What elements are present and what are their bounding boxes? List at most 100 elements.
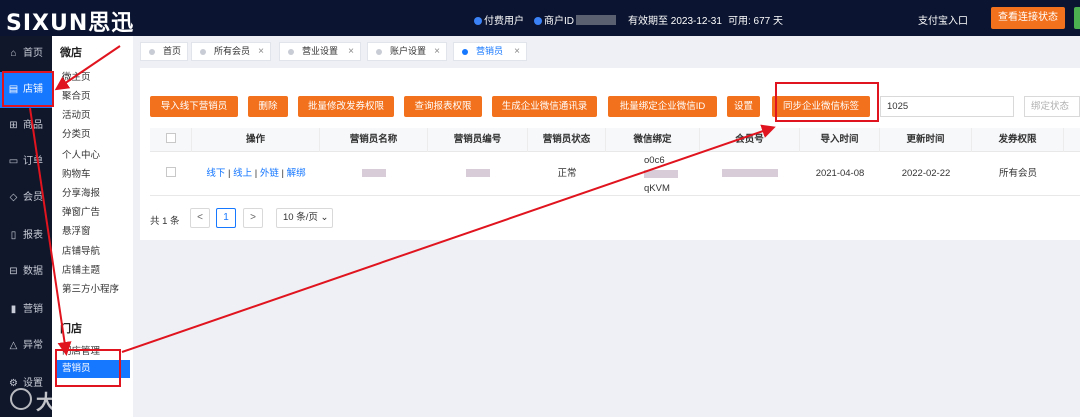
row-actions: 线下 | 线上 | 外链 | 解绑 bbox=[192, 152, 320, 196]
submenu-item[interactable]: 店铺主题 bbox=[62, 262, 100, 276]
sidebar-item-warnings[interactable]: △ 异常 bbox=[0, 328, 52, 364]
generate-wecom-contacts-button[interactable]: 生成企业微信通讯录 bbox=[492, 96, 597, 117]
wechat-id-line: qKVM bbox=[644, 183, 670, 194]
batch-modify-coupon-permission-button[interactable]: 批量修改发券权限 bbox=[298, 96, 394, 117]
submenu-item-marketer[interactable]: 营销员 bbox=[56, 360, 130, 378]
marketer-panel: 导入线下营销员 删除 批量修改发券权限 查询报表权限 生成企业微信通讯录 批量绑… bbox=[140, 68, 1080, 240]
import-time-cell: 2021-04-08 bbox=[815, 168, 865, 179]
submenu-item[interactable]: 分享海报 bbox=[62, 185, 100, 199]
member-no-cell bbox=[700, 152, 800, 196]
unbind-link[interactable]: 解绑 bbox=[287, 168, 306, 179]
offline-link[interactable]: 线下 bbox=[206, 168, 225, 179]
merchant-icon bbox=[534, 17, 542, 25]
query-report-permission-button[interactable]: 查询报表权限 bbox=[404, 96, 482, 117]
settings-button[interactable]: 设置 bbox=[727, 96, 760, 117]
action-separator: | bbox=[252, 168, 260, 179]
table-row: 线下 | 线上 | 外链 | 解绑 正常 o0c6 qKVM 2021-04-0… bbox=[150, 152, 1080, 196]
green-action-button[interactable] bbox=[1074, 7, 1080, 29]
submenu-item[interactable]: 分类页 bbox=[62, 126, 91, 140]
tab-marketer[interactable]: 营销员 × bbox=[453, 42, 527, 61]
online-link[interactable]: 线上 bbox=[233, 168, 252, 179]
paid-user-badge: 付费用户 bbox=[474, 12, 524, 27]
marketing-icon: ▮ bbox=[10, 304, 17, 315]
member-icon: ◇ bbox=[9, 192, 18, 203]
coupon-permission-cell: 所有会员 bbox=[998, 168, 1037, 179]
sidebar-item-reports[interactable]: ▯ 报表 bbox=[0, 218, 52, 254]
redacted-member-no bbox=[722, 169, 778, 177]
tab-account-settings[interactable]: 账户设置 × bbox=[367, 42, 447, 61]
tab-all-members[interactable]: 所有会员 × bbox=[191, 42, 271, 61]
next-page-button[interactable]: > bbox=[243, 208, 263, 228]
column-header: 更新时间 bbox=[880, 128, 972, 152]
submenu-item[interactable]: 活动页 bbox=[62, 107, 91, 121]
marketer-status-cell: 正常 bbox=[557, 168, 577, 179]
tab-business-settings[interactable]: 营业设置 × bbox=[279, 42, 361, 61]
submenu-item[interactable]: 悬浮窗 bbox=[62, 223, 91, 237]
view-connection-button[interactable]: 查看连接状态 bbox=[991, 7, 1065, 29]
warning-icon: △ bbox=[9, 340, 18, 351]
home-icon: ⌂ bbox=[10, 48, 17, 59]
delete-button[interactable]: 删除 bbox=[248, 96, 288, 117]
sidebar-item-data[interactable]: ⊟ 数据 bbox=[0, 254, 52, 290]
submenu-heading-microstore: 微店 bbox=[60, 47, 82, 59]
marketer-id-cell bbox=[428, 152, 528, 196]
submenu-item[interactable]: 聚合页 bbox=[62, 88, 91, 102]
action-separator: | bbox=[278, 168, 287, 179]
tag-input[interactable]: 1025 bbox=[880, 96, 1014, 117]
update-time-cell: 2022-02-22 bbox=[901, 168, 951, 179]
pagination-total: 共 1 条 bbox=[150, 216, 180, 227]
submenu-item[interactable]: 弹窗广告 bbox=[62, 204, 100, 218]
column-header: 营销员状态 bbox=[528, 128, 606, 152]
data-icon: ⊟ bbox=[9, 266, 18, 277]
column-header: 导入时间 bbox=[800, 128, 880, 152]
watermark-text: 大数跨境 bbox=[36, 392, 120, 414]
submenu-item[interactable]: 微主页 bbox=[62, 69, 91, 83]
column-header: 微信绑定 bbox=[606, 128, 700, 152]
action-separator: | bbox=[225, 168, 234, 179]
sidebar-item-store[interactable]: ▤ 店铺 bbox=[0, 72, 52, 108]
row-checkbox[interactable] bbox=[166, 167, 176, 177]
submenu-item[interactable]: 门店管理 bbox=[62, 343, 100, 357]
column-header: 操作 bbox=[192, 128, 320, 152]
close-icon[interactable]: × bbox=[434, 43, 440, 60]
close-icon[interactable]: × bbox=[514, 43, 520, 60]
submenu-item[interactable]: 第三方小程序 bbox=[62, 281, 119, 295]
select-all-checkbox[interactable] bbox=[165, 133, 176, 143]
redacted-id bbox=[466, 169, 490, 177]
submenu-item[interactable]: 店铺导航 bbox=[62, 243, 100, 257]
wechat-id-line bbox=[644, 168, 700, 182]
submenu-item[interactable]: 购物车 bbox=[62, 166, 91, 180]
tab-home[interactable]: 首页 bbox=[140, 42, 188, 61]
row-checkbox-cell bbox=[150, 152, 192, 196]
sidebar-item-home[interactable]: ⌂ 首页 bbox=[0, 36, 52, 72]
external-link[interactable]: 外链 bbox=[260, 168, 279, 179]
tab-bullet-icon bbox=[376, 49, 382, 55]
page-size-select[interactable]: 10 条/页 ⌄ bbox=[276, 208, 333, 228]
merchant-id-mask bbox=[576, 15, 616, 25]
sidebar-item-orders[interactable]: ▭ 订单 bbox=[0, 144, 52, 180]
import-offline-marketer-button[interactable]: 导入线下营销员 bbox=[150, 96, 238, 117]
close-icon[interactable]: × bbox=[258, 43, 264, 60]
table-header: 操作 营销员名称 营销员编号 营销员状态 微信绑定 会员号 导入时间 更新时间 … bbox=[150, 128, 1080, 152]
prev-page-button[interactable]: < bbox=[190, 208, 210, 228]
store-submenu: 微店 微主页 聚合页 活动页 分类页 个人中心 购物车 分享海报 弹窗广告 悬浮… bbox=[52, 36, 133, 417]
bind-status-select[interactable]: 绑定状态 bbox=[1024, 96, 1080, 117]
watermark-logo bbox=[10, 388, 32, 410]
order-icon: ▭ bbox=[8, 156, 19, 167]
page-1-button[interactable]: 1 bbox=[216, 208, 236, 228]
batch-bind-wecom-id-button[interactable]: 批量绑定企业微信ID bbox=[608, 96, 717, 117]
tab-bullet-icon bbox=[462, 49, 468, 55]
merchant-id: 商户ID bbox=[534, 12, 616, 27]
tab-bullet-icon bbox=[149, 49, 155, 55]
alipay-entry-link[interactable]: 支付宝入口 bbox=[918, 12, 968, 27]
submenu-item[interactable]: 个人中心 bbox=[62, 147, 100, 161]
sidebar-item-members[interactable]: ◇ 会员 bbox=[0, 180, 52, 216]
sidebar-item-goods[interactable]: ⊞ 商品 bbox=[0, 108, 52, 144]
close-icon[interactable]: × bbox=[348, 43, 354, 60]
tab-bullet-icon bbox=[200, 49, 206, 55]
sidebar-item-marketing[interactable]: ▮ 营销 bbox=[0, 292, 52, 328]
available-days: 可用: 677 天 bbox=[728, 16, 784, 27]
marketer-name-cell bbox=[320, 152, 428, 196]
sync-wecom-tags-button[interactable]: 同步企业微信标签 bbox=[772, 96, 870, 117]
wechat-id-line: o0c6 bbox=[644, 155, 665, 166]
